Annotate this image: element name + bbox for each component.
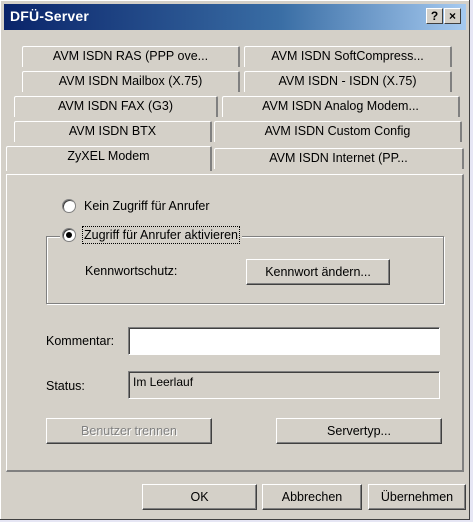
radio-enable-access-label: Zugriff für Anrufer aktivieren [81,226,241,244]
radio-no-access[interactable]: Kein Zugriff für Anrufer [62,199,210,213]
radio-selected-dot [66,232,72,238]
ok-button[interactable]: OK [142,484,257,510]
change-password-button[interactable]: Kennwort ändern... [246,259,390,285]
dialog-window: DFÜ-Server ? × AVM ISDN RAS (PPP ove... … [0,0,470,520]
server-type-button[interactable]: Servertyp... [276,418,442,444]
radio-no-access-label: Kein Zugriff für Anrufer [84,199,210,213]
radio-circle [62,228,76,242]
status-field: Im Leerlauf [128,371,440,399]
status-value: Im Leerlauf [133,375,194,389]
radio-enable-access[interactable]: Zugriff für Anrufer aktivieren [60,226,243,244]
cancel-button[interactable]: Abbrechen [262,484,362,510]
radio-circle [62,199,76,213]
comment-input[interactable] [128,327,440,355]
password-protection-label: Kennwortschutz: [85,264,178,278]
status-label: Status: [46,379,85,393]
disconnect-user-button[interactable]: Benutzer trennen [46,418,212,444]
apply-button[interactable]: Übernehmen [368,484,466,510]
comment-label: Kommentar: [46,334,115,348]
